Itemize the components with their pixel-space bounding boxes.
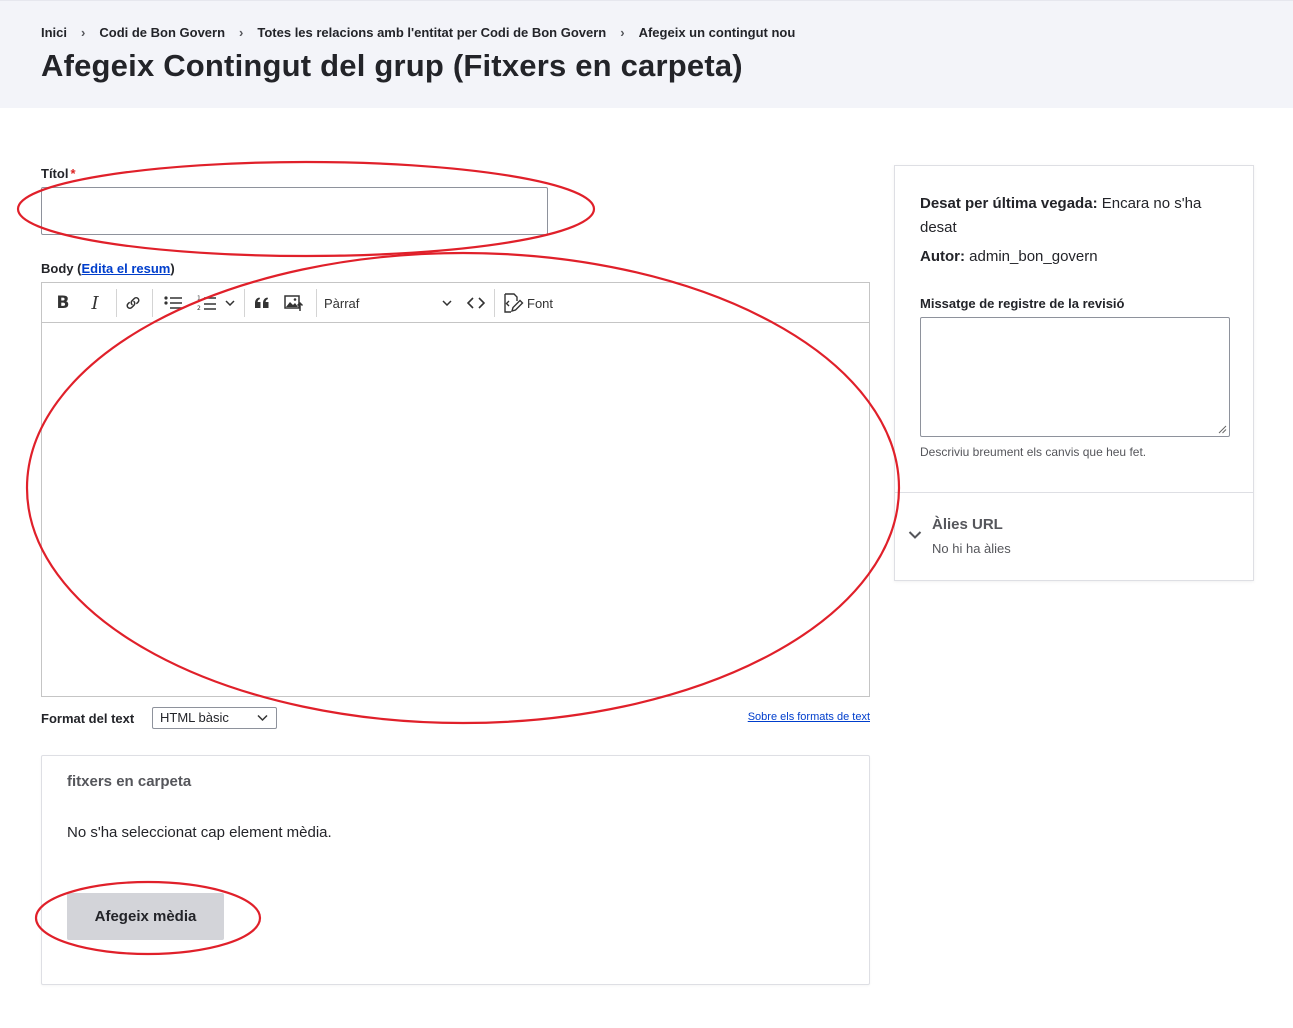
toolbar-divider	[244, 289, 245, 317]
editor-toolbar: B I 12 Pàrraf Font	[42, 283, 869, 323]
page-header: Inici › Codi de Bon Govern › Totes les r…	[0, 0, 1293, 108]
text-format-help-link[interactable]: Sobre els formats de text	[748, 711, 870, 723]
sidebar-divider	[895, 492, 1253, 493]
code-icon	[467, 297, 485, 309]
title-input[interactable]	[41, 187, 548, 235]
text-format-value: HTML bàsic	[160, 710, 229, 725]
paragraph-label: Pàrraf	[324, 295, 360, 311]
media-field-title: fitxers en carpeta	[67, 773, 192, 790]
media-empty-message: No s'ha seleccionat cap element mèdia.	[67, 824, 332, 841]
chevron-down-icon	[442, 300, 452, 306]
text-format-row: Format del text HTML bàsic Sobre els for…	[41, 707, 870, 729]
title-label-text: Títol	[41, 166, 69, 181]
svg-text:2: 2	[197, 305, 201, 312]
breadcrumb: Inici › Codi de Bon Govern › Totes les r…	[41, 25, 795, 40]
numbered-list-button[interactable]: 12	[192, 283, 222, 323]
body-editor: B I 12 Pàrraf Font	[41, 282, 870, 697]
numbered-list-icon: 12	[197, 295, 216, 312]
body-label-text: Body	[41, 261, 74, 276]
breadcrumb-separator: ›	[81, 25, 86, 40]
block-quote-button[interactable]	[248, 283, 276, 323]
toolbar-divider	[316, 289, 317, 317]
italic-button[interactable]: I	[82, 283, 108, 323]
author-value: admin_bon_govern	[969, 248, 1098, 265]
body-label: Body (Edita el resum)	[41, 261, 175, 276]
source-label: Font	[527, 295, 554, 311]
bold-button[interactable]: B	[50, 283, 76, 323]
page-title: Afegeix Contingut del grup (Fitxers en c…	[41, 48, 743, 83]
url-alias-toggle[interactable]: Àlies URL	[932, 516, 1003, 533]
media-field: fitxers en carpeta No s'ha seleccionat c…	[41, 755, 870, 985]
breadcrumb-item-home[interactable]: Inici	[41, 25, 67, 40]
paragraph-dropdown[interactable]: Pàrraf	[324, 283, 452, 323]
toolbar-divider	[116, 289, 117, 317]
revision-log-label: Missatge de registre de la revisió	[920, 296, 1125, 311]
text-format-label: Format del text	[41, 711, 135, 726]
last-saved-label: Desat per última vegada:	[920, 195, 1098, 212]
breadcrumb-separator: ›	[239, 25, 244, 40]
edit-summary-link[interactable]: Edita el resum	[81, 261, 170, 276]
chevron-down-icon	[257, 714, 268, 722]
revision-log-textarea[interactable]	[920, 317, 1230, 437]
breadcrumb-item-codi[interactable]: Codi de Bon Govern	[99, 25, 225, 40]
resize-grip-icon[interactable]	[1218, 425, 1227, 434]
title-label: Títol *	[41, 166, 76, 181]
breadcrumb-item-relations[interactable]: Totes les relacions amb l'entitat per Co…	[257, 25, 606, 40]
author: Autor: admin_bon_govern	[920, 248, 1098, 265]
breadcrumb-item-current: Afegeix un contingut nou	[638, 25, 796, 40]
author-label: Autor:	[920, 248, 965, 265]
toolbar-divider	[152, 289, 153, 317]
quote-icon	[255, 297, 269, 308]
required-mark: *	[70, 166, 76, 181]
source-edit-icon	[504, 293, 524, 313]
text-format-select[interactable]: HTML bàsic	[152, 707, 277, 729]
revision-log-description: Descriviu breument els canvis que heu fe…	[920, 445, 1147, 459]
meta-sidebar: Desat per última vegada: Encara no s'ha …	[894, 165, 1254, 581]
bulleted-list-button[interactable]	[158, 283, 188, 323]
bulleted-list-icon	[164, 296, 182, 309]
body-editor-area[interactable]	[42, 323, 869, 696]
body-summary-close: )	[170, 261, 175, 276]
image-upload-icon	[284, 295, 304, 311]
last-saved: Desat per última vegada: Encara no s'ha …	[920, 192, 1230, 240]
chevron-down-icon[interactable]	[908, 530, 922, 540]
insert-image-button[interactable]	[280, 283, 308, 323]
source-button[interactable]: Font	[502, 283, 560, 323]
chevron-down-icon	[225, 300, 235, 306]
numbered-list-dropdown[interactable]	[222, 283, 238, 323]
toolbar-divider	[494, 289, 495, 317]
link-button[interactable]	[120, 283, 146, 323]
code-button[interactable]	[462, 283, 490, 323]
svg-text:1: 1	[197, 295, 201, 302]
add-media-button[interactable]: Afegeix mèdia	[67, 893, 224, 940]
breadcrumb-separator: ›	[620, 25, 625, 40]
url-alias-summary: No hi ha àlies	[932, 541, 1011, 556]
link-icon	[126, 297, 140, 309]
